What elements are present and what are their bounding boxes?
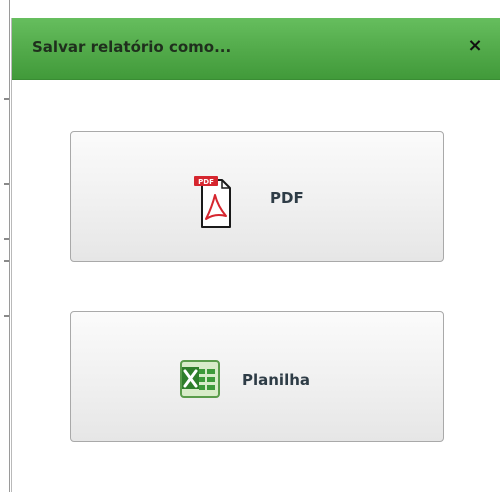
edge-tick — [4, 98, 9, 100]
excel-spreadsheet-icon — [180, 360, 220, 398]
close-icon[interactable]: × — [463, 34, 487, 58]
pdf-file-icon: PDF — [194, 176, 231, 228]
edge-tick — [4, 260, 9, 262]
save-as-spreadsheet-button[interactable]: Planilha — [70, 311, 444, 442]
save-report-dialog: Salvar relatório como... × PDF PDF Plani… — [11, 18, 500, 492]
save-as-pdf-button[interactable]: PDF PDF — [70, 131, 444, 262]
edge-tick — [4, 238, 9, 240]
edge-tick — [4, 315, 9, 317]
spreadsheet-button-label: Planilha — [242, 371, 311, 389]
dialog-title: Salvar relatório como... — [32, 38, 232, 56]
pdf-button-label: PDF — [270, 189, 304, 207]
dialog-titlebar: Salvar relatório como... × — [12, 18, 500, 80]
edge-tick — [4, 183, 9, 185]
background-page-edge — [0, 0, 10, 492]
pdf-badge-text: PDF — [198, 178, 214, 186]
